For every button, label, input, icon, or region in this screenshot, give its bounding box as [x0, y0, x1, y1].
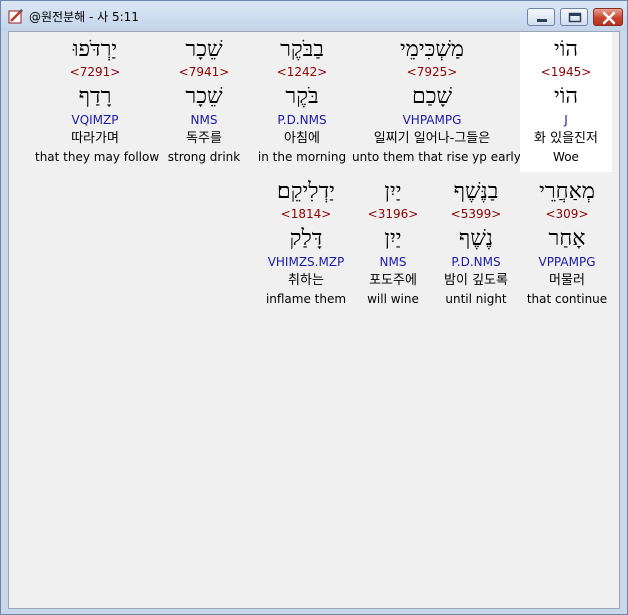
morphology-code[interactable]: VHIMZS.MZP — [259, 255, 353, 269]
lemma-word: אָחַר — [548, 226, 586, 251]
strong-number[interactable]: <309> — [519, 207, 615, 221]
morphology-code[interactable]: VPPAMPG — [519, 255, 615, 269]
hebrew-word: בַנֶּשֶׁף — [453, 179, 499, 204]
morphology-code[interactable]: VHPAMPG — [352, 113, 512, 127]
korean-gloss: 아침에 — [284, 131, 320, 146]
hebrew-word: הוֹי — [553, 37, 579, 62]
korean-gloss: 머물러 — [549, 273, 585, 288]
english-gloss: unto them that rise yp early — [352, 150, 521, 164]
korean-gloss: 밤이 깊도록 — [444, 273, 508, 288]
word-card[interactable]: שֵׁכָר <7941> שֵׁכָר NMS 독주를 strong drin… — [159, 32, 249, 172]
english-gloss: will wine — [367, 292, 419, 306]
lemma-word: רָדַף — [78, 84, 112, 109]
window-title: @원전분해 - 사 5:11 — [29, 10, 139, 24]
english-gloss: Woe — [553, 150, 579, 164]
strong-number[interactable]: <1945> — [520, 65, 612, 79]
strong-number[interactable]: <1814> — [259, 207, 353, 221]
lemma-word: דָּלַק — [289, 226, 323, 251]
english-gloss: inflame them — [265, 292, 347, 306]
app-window: @원전분해 - 사 5:11 יַרְדֹּפוּ <7291> רָדַף V… — [0, 0, 628, 615]
english-gloss: that continue — [526, 292, 608, 306]
korean-gloss: 독주를 — [186, 131, 222, 146]
verse-analysis-panel: יַרְדֹּפוּ <7291> רָדַף VQIMZP 따라가며 that… — [8, 31, 620, 609]
english-gloss: strong drink — [167, 150, 241, 164]
pencil-book-icon[interactable] — [7, 7, 25, 25]
lemma-word: נֶשֶׁף — [458, 226, 494, 251]
english-gloss: until night — [445, 292, 507, 306]
morphology-code[interactable]: NMS — [159, 113, 249, 127]
strong-number[interactable]: <7291> — [35, 65, 155, 79]
morphology-code[interactable]: VQIMZP — [35, 113, 155, 127]
word-card[interactable]: יַיִן <3196> יַיִן NMS 포도주에 will wine — [353, 174, 433, 314]
korean-gloss: 화 있을진저 — [534, 131, 598, 146]
lemma-word: הוֹי — [553, 84, 579, 109]
morphology-code[interactable]: P.D.NMS — [252, 113, 352, 127]
word-card[interactable]: מְאַחֲרֵי <309> אָחַר VPPAMPG 머물러 that c… — [519, 174, 615, 314]
hebrew-word: יַיִן — [384, 179, 402, 204]
hebrew-word: מְאַחֲרֵי — [539, 179, 595, 204]
lemma-word: שֵׁכָר — [185, 84, 223, 109]
korean-gloss: 포도주에 — [369, 273, 417, 288]
hebrew-word: יַדְלִיקֵם׃ — [277, 179, 335, 204]
strong-number[interactable]: <3196> — [353, 207, 433, 221]
hebrew-word: מַשְׁכִּימֵי — [400, 37, 464, 62]
maximize-button[interactable] — [560, 8, 588, 26]
strong-number[interactable]: <5399> — [433, 207, 519, 221]
hebrew-word: שֵׁכָר — [185, 37, 223, 62]
lemma-word: בֹּקֶר — [285, 84, 319, 109]
word-card-selected[interactable]: הוֹי <1945> הוֹי J 화 있을진저 Woe — [520, 32, 612, 172]
title-bar[interactable]: @원전분해 - 사 5:11 — [1, 1, 627, 31]
strong-number[interactable]: <1242> — [252, 65, 352, 79]
strong-number[interactable]: <7925> — [352, 65, 512, 79]
word-card[interactable]: בַנֶּשֶׁף <5399> נֶשֶׁף P.D.NMS 밤이 깊도록 u… — [433, 174, 519, 314]
korean-gloss: 일찌기 일어나-그들은 — [373, 131, 491, 146]
word-card[interactable]: מַשְׁכִּימֵי <7925> שָׁכַם VHPAMPG 일찌기 일… — [352, 32, 521, 172]
minimize-button[interactable] — [527, 8, 555, 26]
lemma-word: יַיִן — [384, 226, 402, 251]
hebrew-word: יַרְדֹּפוּ — [72, 37, 118, 62]
lemma-word: שָׁכַם — [411, 84, 453, 109]
hebrew-word: בַבֹּקֶר — [280, 37, 324, 62]
morphology-code[interactable]: P.D.NMS — [433, 255, 519, 269]
word-card[interactable]: יַרְדֹּפוּ <7291> רָדַף VQIMZP 따라가며 that… — [35, 32, 160, 172]
english-gloss: that they may follow — [35, 150, 160, 164]
strong-number[interactable]: <7941> — [159, 65, 249, 79]
korean-gloss: 취하는 — [288, 273, 324, 288]
word-card[interactable]: יַדְלִיקֵם׃ <1814> דָּלַק VHIMZS.MZP 취하는… — [259, 174, 353, 314]
close-button[interactable] — [593, 8, 623, 26]
morphology-code[interactable]: J — [520, 113, 612, 127]
korean-gloss: 따라가며 — [71, 131, 119, 146]
english-gloss: in the morning — [257, 150, 347, 164]
word-card[interactable]: בַבֹּקֶר <1242> בֹּקֶר P.D.NMS 아침에 in th… — [252, 32, 352, 172]
morphology-code[interactable]: NMS — [353, 255, 433, 269]
